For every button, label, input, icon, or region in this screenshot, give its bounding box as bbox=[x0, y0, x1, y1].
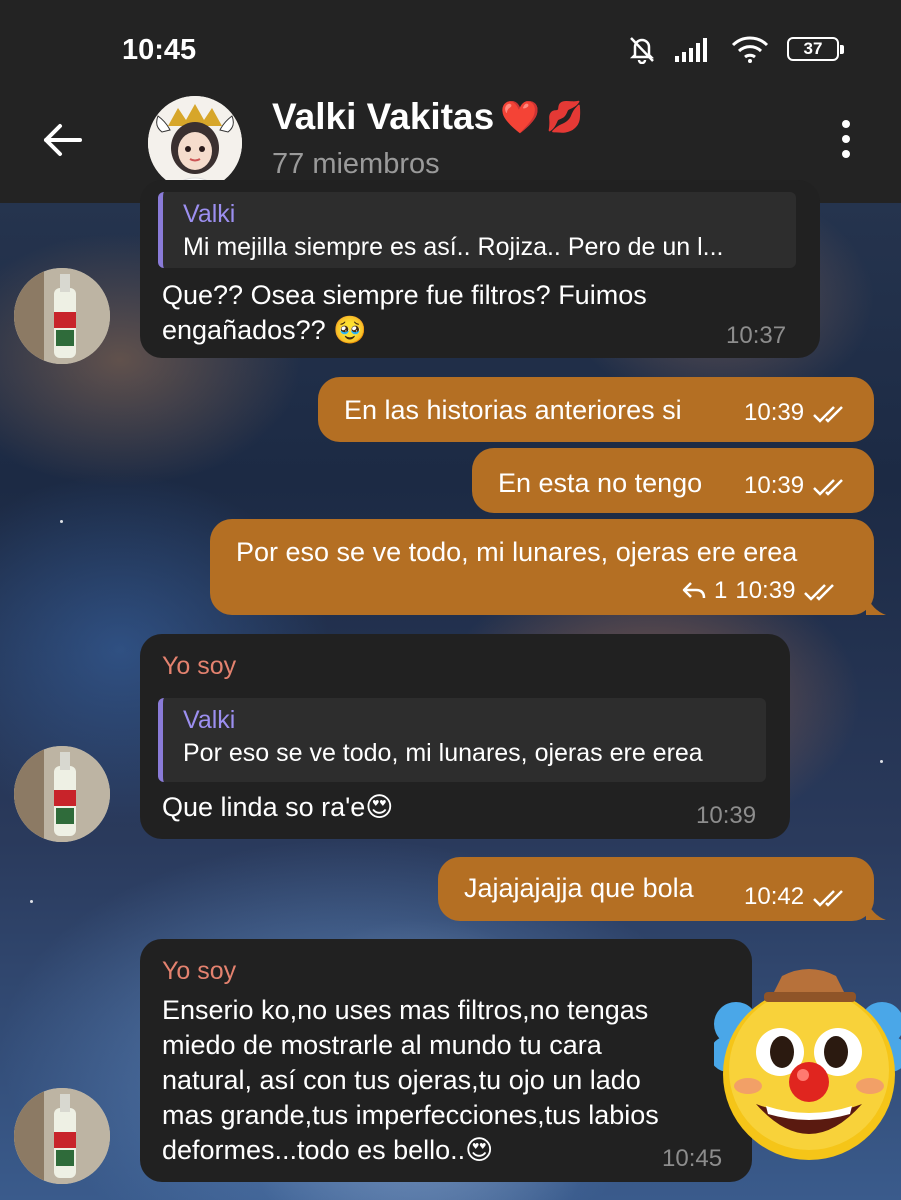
message-bubble-incoming[interactable]: Yo soy Valki Por eso se ve todo, mi luna… bbox=[140, 634, 790, 839]
message-bubble-incoming[interactable]: Yo soy Enserio ko,no uses mas filtros,no… bbox=[140, 939, 752, 1182]
sender-name[interactable]: Yo soy bbox=[162, 957, 236, 986]
double-check-icon bbox=[813, 890, 843, 907]
message-bubble-outgoing[interactable]: En esta no tengo 10:39 bbox=[472, 448, 874, 513]
message-text: En las historias anteriores si bbox=[344, 395, 682, 425]
double-check-icon bbox=[804, 584, 835, 601]
reply-count[interactable]: 1 bbox=[714, 577, 727, 605]
message-time: 10:39 bbox=[744, 399, 805, 426]
message-meta: 10:39 bbox=[744, 472, 848, 500]
message-time: 10:39 bbox=[735, 577, 796, 604]
message-text: Enserio ko,no uses mas filtros,no tengas… bbox=[162, 993, 659, 1168]
message-time: 10:37 bbox=[726, 322, 787, 349]
battery-level: 37 bbox=[803, 39, 823, 58]
message-text: En esta no tengo bbox=[498, 468, 703, 498]
message-bubble-outgoing[interactable]: En las historias anteriores si 10:39 bbox=[318, 377, 874, 442]
clown-face-emoji-icon[interactable] bbox=[714, 954, 901, 1174]
quote-text: Mi mejilla siempre es así.. Rojiza.. Per… bbox=[183, 233, 724, 261]
message-text-line: Enserio ko,no uses mas filtros,no tengas bbox=[162, 995, 649, 1025]
vertical-dots-icon[interactable] bbox=[836, 120, 856, 162]
app-header: 10:45 37 Valki Vakitas ❤️ 💋 77 miembros bbox=[0, 0, 901, 203]
message-text: Jajajajajja que bola bbox=[464, 873, 694, 903]
battery-indicator: 37 bbox=[787, 37, 844, 61]
quote-text: Por eso se ve todo, mi lunares, ojeras e… bbox=[183, 739, 703, 767]
message-text: Que linda so ra'e😍 bbox=[162, 792, 394, 822]
quote-author: Valki bbox=[183, 706, 236, 734]
message-meta: 10:39 bbox=[744, 399, 848, 427]
group-avatar[interactable] bbox=[148, 96, 242, 190]
message-time: 10:39 bbox=[696, 802, 757, 829]
reply-arrow-icon[interactable] bbox=[682, 580, 706, 602]
message-bubble-incoming[interactable]: Valki Mi mejilla siempre es así.. Rojiza… bbox=[140, 180, 820, 358]
message-bubble-outgoing[interactable]: Jajajajajja que bola 10:42 bbox=[438, 857, 874, 921]
message-bubble-outgoing[interactable]: Por eso se ve todo, mi lunares, ojeras e… bbox=[210, 519, 874, 615]
message-text-line: natural, así con tus ojeras,tu ojo un la… bbox=[162, 1065, 641, 1095]
sender-avatar[interactable] bbox=[14, 1088, 110, 1184]
chat-title-text: Valki Vakitas bbox=[272, 96, 495, 137]
bell-off-icon bbox=[629, 37, 655, 64]
heart-emoji: ❤️ bbox=[500, 99, 541, 135]
status-icons: 37 bbox=[627, 34, 844, 64]
message-text-line: miedo de mostrarle al mundo tu cara bbox=[162, 1030, 602, 1060]
message-text-line: engañados?? 🥹 bbox=[162, 315, 367, 345]
message-time: 10:39 bbox=[744, 472, 805, 499]
sender-avatar[interactable] bbox=[14, 746, 110, 842]
quote-author: Valki bbox=[183, 200, 236, 228]
message-meta: 1 10:39 bbox=[682, 577, 839, 605]
message-text-line: mas grande,tus imperfecciones,tus labios bbox=[162, 1100, 659, 1130]
sender-avatar[interactable] bbox=[14, 268, 110, 364]
sender-name[interactable]: Yo soy bbox=[162, 652, 236, 681]
bubble-tail bbox=[866, 594, 886, 615]
wifi-icon bbox=[731, 36, 769, 63]
message-time: 10:42 bbox=[744, 883, 805, 910]
bubble-tail bbox=[866, 899, 886, 920]
signal-icon bbox=[675, 38, 707, 62]
message-meta: 10:42 bbox=[744, 883, 848, 911]
double-check-icon bbox=[813, 406, 843, 423]
double-check-icon bbox=[813, 479, 843, 496]
kiss-emoji: 💋 bbox=[546, 100, 584, 134]
message-text: Por eso se ve todo, mi lunares, ojeras e… bbox=[236, 537, 798, 567]
status-time: 10:45 bbox=[122, 34, 197, 66]
message-text-line: deformes...todo es bello..😍 bbox=[162, 1135, 494, 1165]
reply-quote[interactable]: Valki Mi mejilla siempre es así.. Rojiza… bbox=[158, 192, 796, 268]
message-text-line: Que?? Osea siempre fue filtros? Fuimos bbox=[162, 280, 647, 310]
arrow-left-icon[interactable] bbox=[40, 118, 84, 162]
reply-quote[interactable]: Valki Por eso se ve todo, mi lunares, oj… bbox=[158, 698, 766, 782]
chat-title[interactable]: Valki Vakitas ❤️ 💋 bbox=[272, 96, 583, 138]
member-count: 77 miembros bbox=[272, 148, 440, 180]
